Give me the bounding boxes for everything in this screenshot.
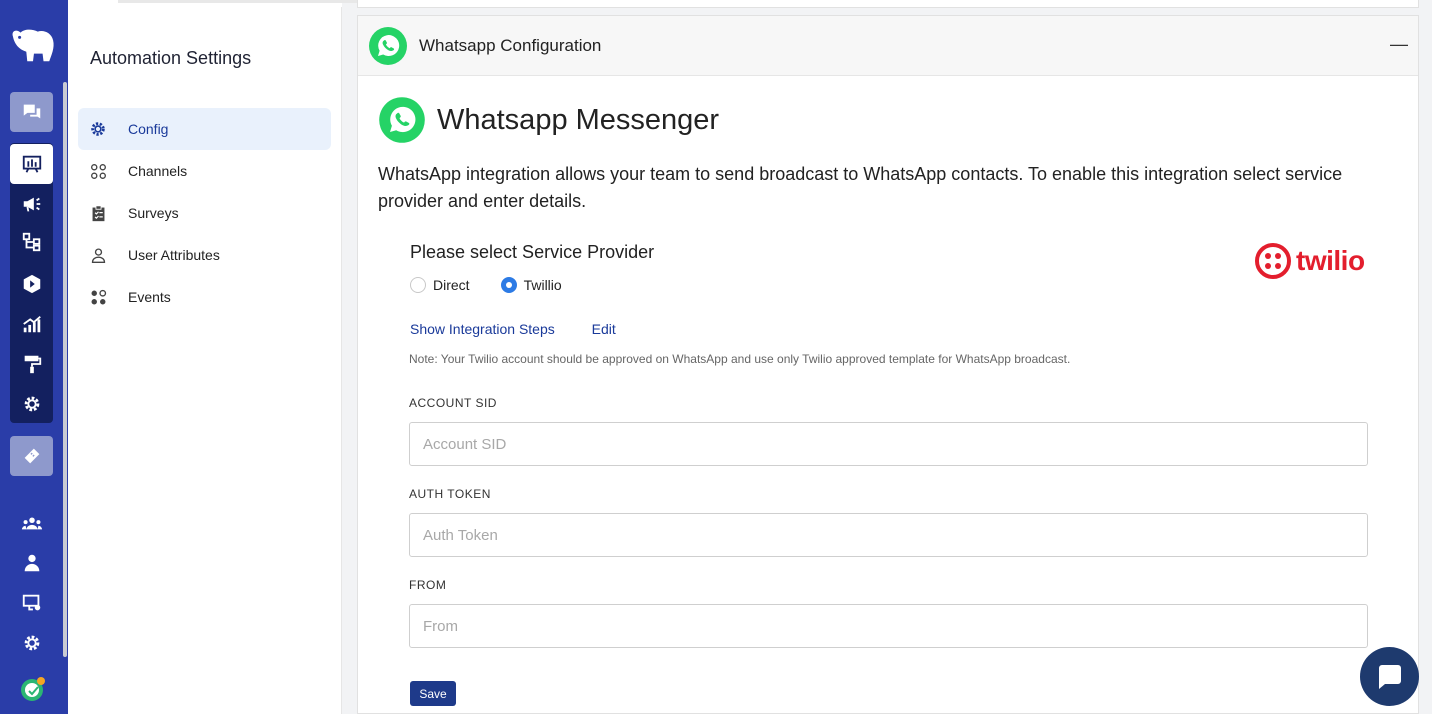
user-icon[interactable] — [10, 543, 53, 583]
broadcast-icon[interactable] — [10, 184, 53, 224]
sidebar-item-channels[interactable]: Channels — [78, 150, 331, 192]
radio-direct[interactable] — [410, 277, 426, 293]
device-settings-icon[interactable] — [10, 583, 53, 623]
twilio-logo: twilio — [1254, 242, 1365, 280]
team-icon[interactable] — [10, 503, 53, 543]
settings-icon[interactable] — [10, 384, 53, 424]
radio-direct-label[interactable]: Direct — [433, 277, 470, 293]
twilio-note: Note: Your Twilio account should be appr… — [409, 352, 1071, 366]
gear-icon[interactable] — [10, 623, 53, 663]
icon-rail — [0, 0, 68, 714]
edit-link[interactable]: Edit — [592, 321, 616, 337]
sidebar-title: Automation Settings — [90, 48, 252, 68]
sidebar-item-user-attributes[interactable]: User Attributes — [78, 234, 331, 276]
page-title: Whatsapp Messenger — [437, 103, 720, 136]
grid-circles-icon — [88, 287, 108, 307]
twilio-icon — [1255, 243, 1291, 279]
provider-radio-group: Direct Twillio — [410, 277, 593, 293]
account-sid-input[interactable] — [409, 422, 1368, 466]
from-input[interactable] — [409, 604, 1368, 648]
rail-scrollbar[interactable] — [63, 82, 67, 657]
whatsapp-icon — [369, 26, 407, 65]
card-header[interactable]: Whatsapp Configuration — — [358, 16, 1418, 76]
radio-twillio-label[interactable]: Twillio — [524, 277, 562, 293]
deploy-icon[interactable] — [10, 264, 53, 304]
settings-sidebar: Automation Settings Config Channels Surv… — [68, 7, 342, 714]
sidebar-item-surveys[interactable]: Surveys — [78, 192, 331, 234]
provider-label: Please select Service Provider — [410, 242, 655, 262]
dashboard-icon[interactable] — [10, 144, 53, 184]
sidebar-item-label: Channels — [128, 163, 188, 179]
app-root: Automation Settings Config Channels Surv… — [0, 0, 1432, 714]
sidebar-item-label: Events — [128, 289, 171, 305]
whatsapp-config-card: Whatsapp Configuration — Whatsapp Messen… — [357, 15, 1419, 714]
show-integration-steps-link[interactable]: Show Integration Steps — [410, 321, 555, 337]
from-label: FROM — [409, 578, 447, 592]
messenger-heading: Whatsapp Messenger — [378, 96, 719, 144]
gear-icon — [88, 119, 108, 139]
chat-icon[interactable] — [10, 92, 53, 132]
auth-token-label: AUTH TOKEN — [409, 487, 491, 501]
account-sid-label: ACCOUNT SID — [409, 396, 497, 410]
card-header-title: Whatsapp Configuration — [419, 35, 602, 55]
logo-icon[interactable] — [8, 22, 58, 68]
previous-card-edge — [357, 0, 1419, 8]
auth-token-input[interactable] — [409, 513, 1368, 557]
sidebar-item-events[interactable]: Events — [78, 276, 331, 318]
save-button[interactable]: Save — [410, 681, 456, 706]
sidebar-item-label: Surveys — [128, 205, 179, 221]
support-chat-button[interactable] — [1360, 647, 1419, 706]
sidebar-item-label: Config — [128, 121, 169, 137]
status-avatar-icon[interactable] — [10, 669, 53, 709]
paint-roller-icon[interactable] — [10, 344, 53, 384]
whatsapp-icon — [379, 97, 425, 143]
sidebar-item-config[interactable]: Config — [78, 108, 331, 150]
user-icon — [88, 245, 108, 265]
ticket-icon[interactable] — [10, 436, 53, 476]
analytics-icon[interactable] — [10, 304, 53, 344]
clipboard-icon — [88, 203, 108, 223]
integration-links: Show Integration Steps Edit — [410, 321, 649, 337]
twilio-logo-text: twilio — [1296, 245, 1365, 276]
collapse-button[interactable]: — — [1390, 34, 1408, 55]
sidebar-item-label: User Attributes — [128, 247, 220, 263]
grid-circles-icon — [88, 161, 108, 181]
chat-bubble-icon — [1378, 664, 1401, 689]
integration-description: WhatsApp integration allows your team to… — [378, 164, 1343, 211]
radio-twillio[interactable] — [500, 277, 517, 293]
flow-icon[interactable] — [10, 222, 53, 262]
